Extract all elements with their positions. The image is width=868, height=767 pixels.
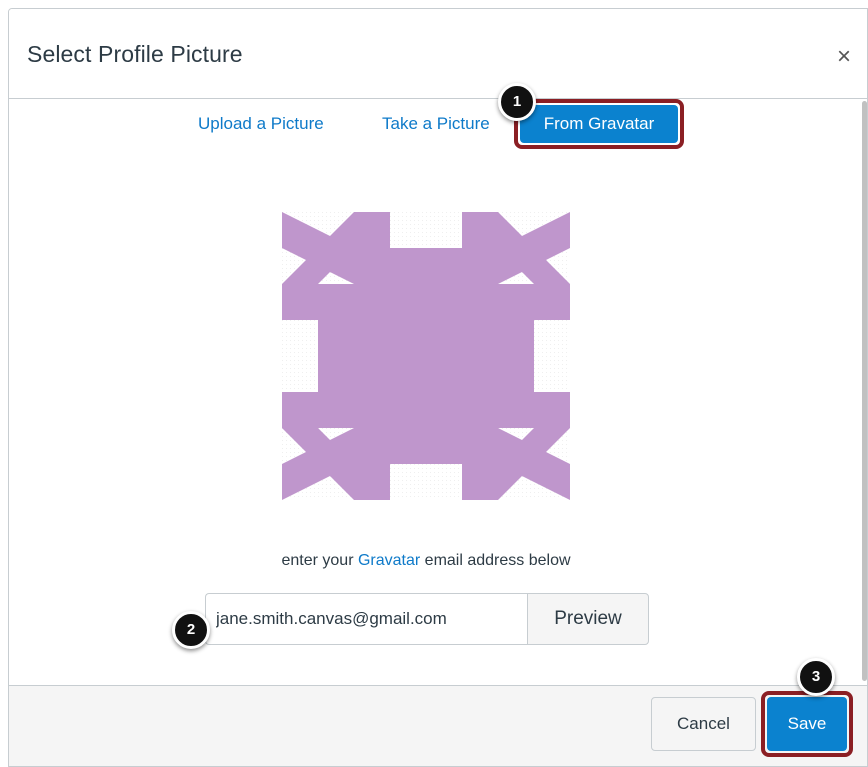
step-callout-1: 1 — [498, 83, 536, 121]
gravatar-instructions-prefix: enter your — [281, 552, 358, 569]
dialog-title: Select Profile Picture — [27, 41, 243, 67]
preview-button[interactable]: Preview — [527, 593, 649, 645]
gravatar-link[interactable]: Gravatar — [358, 552, 420, 569]
tab-upload-a-picture[interactable]: Upload a Picture — [198, 114, 324, 134]
close-icon[interactable]: × — [831, 44, 857, 70]
gravatar-instructions: enter your Gravatar email address below — [0, 552, 852, 570]
cancel-button[interactable]: Cancel — [651, 697, 756, 751]
scrollbar-thumb[interactable] — [862, 101, 867, 681]
tab-take-a-picture[interactable]: Take a Picture — [382, 114, 490, 134]
gravatar-instructions-suffix: email address below — [420, 552, 571, 569]
save-button[interactable]: Save — [767, 697, 847, 751]
dialog-header: Select Profile Picture × — [9, 9, 867, 99]
scrollbar[interactable] — [861, 99, 867, 683]
gravatar-email-input[interactable] — [205, 593, 528, 645]
step-callout-3: 3 — [797, 658, 835, 696]
gravatar-identicon — [282, 212, 570, 500]
step-callout-2: 2 — [172, 611, 210, 649]
tab-from-gravatar[interactable]: From Gravatar — [520, 105, 678, 143]
